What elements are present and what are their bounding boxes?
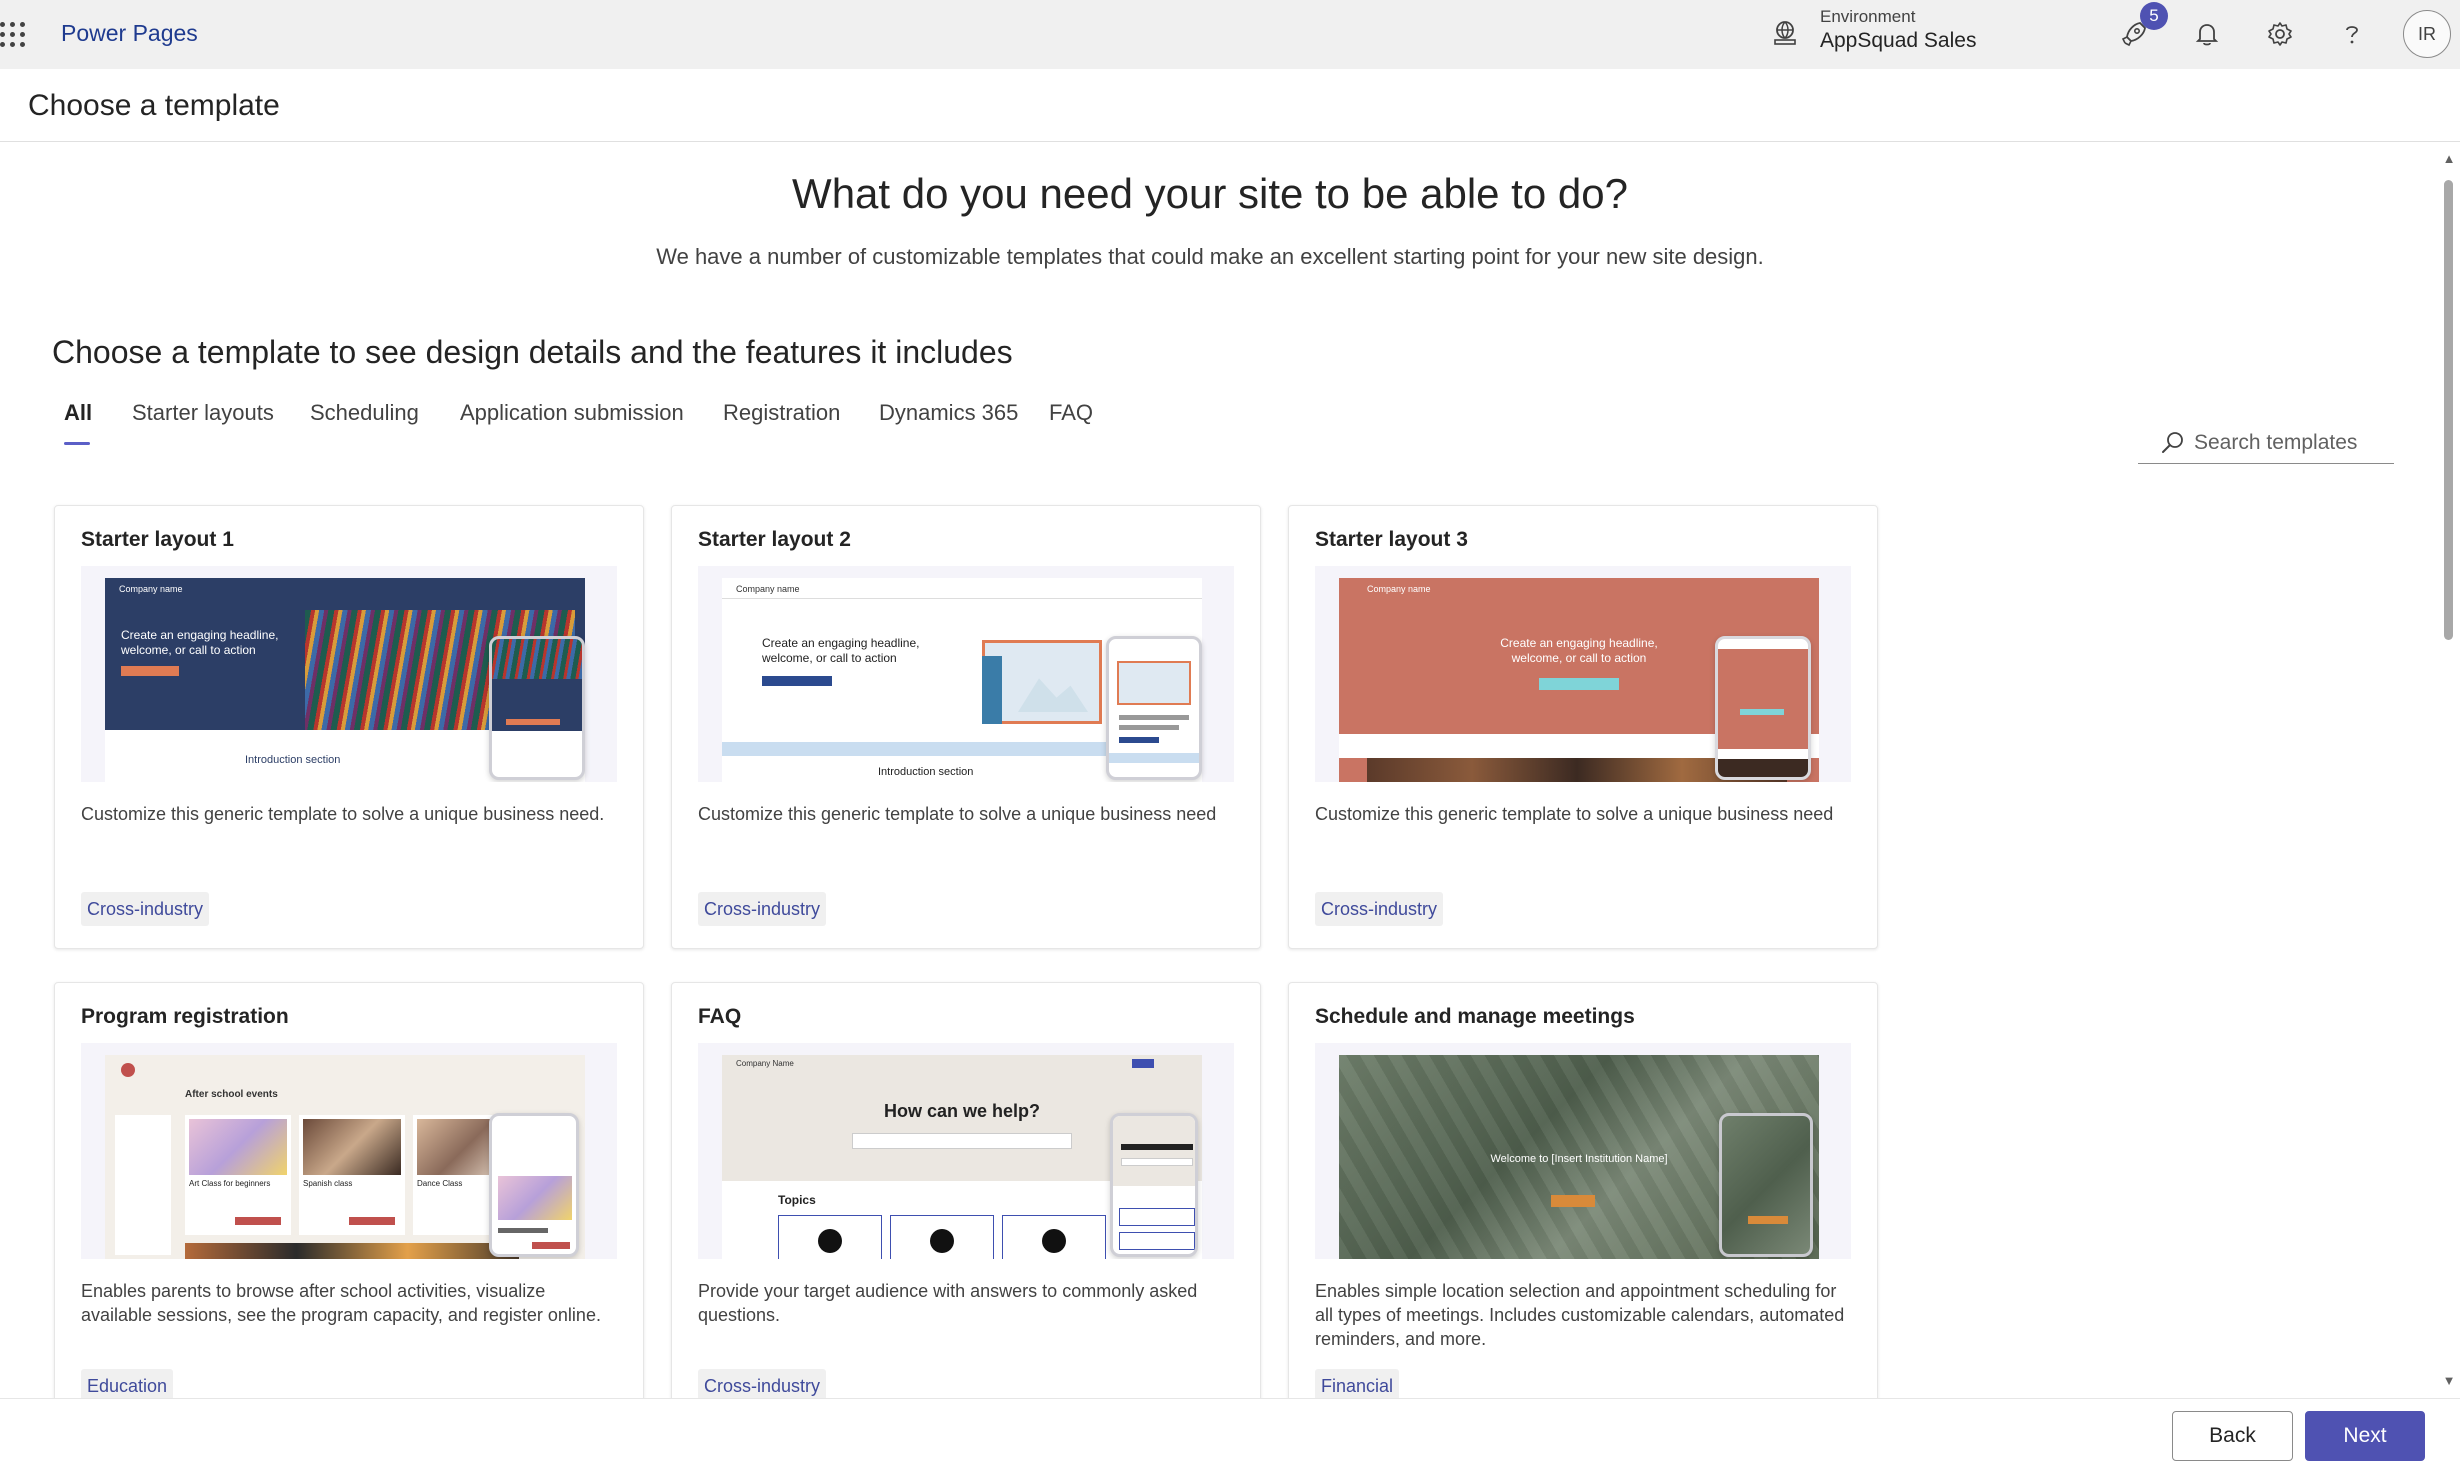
help-icon[interactable] [2336,18,2368,50]
preview-headline: Create an engaging headline, welcome, or… [1500,636,1658,665]
preview-item-2: Spanish class [303,1179,353,1188]
card-preview-image: Welcome to [Insert Institution Name] [1315,1043,1851,1259]
next-button[interactable]: Next [2305,1411,2425,1461]
app-launcher-icon[interactable] [0,22,26,48]
card-preview-image: Company name Create an engaging headline… [698,566,1234,782]
card-description: Customize this generic template to solve… [1315,804,1834,824]
hero-subtitle: We have a number of customizable templat… [656,244,1764,269]
search-icon [2162,431,2183,453]
search-input[interactable] [2194,430,2384,455]
preview-heading: After school events [185,1089,278,1100]
card-description: Customize this generic template to solve… [698,804,1217,824]
card-industry-tag: Cross-industry [698,892,827,926]
header-divider [0,141,2460,142]
card-preview-image: Company name Create an engaging headline… [81,566,617,782]
preview-headline: Create an engaging headline, welcome, or… [762,636,920,665]
preview-section-title: Introduction section [878,766,974,778]
preview-item-1: Art Class for beginners [189,1179,271,1188]
template-card-schedule-meetings[interactable]: Schedule and manage meetings Welcome to … [1288,982,1878,1426]
back-button[interactable]: Back [2172,1411,2293,1461]
preview-company-name: Company Name [736,1059,794,1068]
card-title: FAQ [698,1005,742,1028]
card-industry-tag: Cross-industry [1315,892,1444,926]
tab-registration[interactable]: Registration [723,400,840,426]
section-title: Choose a template to see design details … [52,334,1013,370]
footer-bar: Back Next [0,1398,2460,1471]
environment-icon[interactable] [1770,18,1800,48]
template-card-starter-layout-2[interactable]: Starter layout 2 Company name Create an … [671,505,1261,949]
user-avatar[interactable]: IR [2403,10,2451,58]
gear-icon[interactable] [2264,18,2296,50]
preview-company-name: Company name [119,584,183,594]
preview-company-name: Company name [1367,584,1431,594]
hero-title: What do you need your site to be able to… [792,170,1628,217]
top-bar: Power Pages Environment AppSquad Sales 5… [0,0,2460,69]
card-description: Customize this generic template to solve… [81,804,605,824]
preview-section-title: Topics [778,1193,816,1207]
preview-section-title: Introduction section [245,754,341,766]
card-title: Starter layout 1 [81,528,234,551]
scroll-down-arrow-icon[interactable]: ▼ [2442,1374,2456,1388]
bell-icon[interactable] [2191,18,2223,50]
preview-item-3: Dance Class [417,1179,463,1188]
tab-faq[interactable]: FAQ [1049,400,1093,426]
scrollbar-thumb[interactable] [2444,180,2453,640]
card-title: Starter layout 2 [698,528,851,551]
preview-company-name: Company name [736,584,800,594]
card-industry-tag: Cross-industry [81,892,210,926]
card-description: Enables parents to browse after school a… [81,1281,601,1325]
template-card-program-registration[interactable]: Program registration After school events… [54,982,644,1426]
notification-count-badge: 5 [2140,2,2168,30]
card-title: Schedule and manage meetings [1315,1005,1635,1028]
tab-dynamics-365[interactable]: Dynamics 365 [879,400,1018,426]
template-card-starter-layout-3[interactable]: Starter layout 3 Company name Create an … [1288,505,1878,949]
tab-starter-layouts[interactable]: Starter layouts [132,400,274,426]
tab-all[interactable]: All [64,400,92,426]
card-description: Provide your target audience with answer… [698,1281,1198,1325]
environment-label: Environment [1820,7,1916,26]
tab-application-submission[interactable]: Application submission [460,400,684,426]
active-tab-indicator [64,442,90,445]
environment-selector[interactable]: AppSquad Sales [1820,29,1976,53]
template-card-faq[interactable]: FAQ Company Name How can we help? Topics… [671,982,1261,1426]
app-name[interactable]: Power Pages [61,20,198,47]
search-templates-box[interactable] [2138,422,2394,464]
card-description: Enables simple location selection and ap… [1315,1281,1845,1349]
card-title: Program registration [81,1005,289,1028]
template-card-starter-layout-1[interactable]: Starter layout 1 Company name Create an … [54,505,644,949]
page-title: Choose a template [28,89,280,122]
card-preview-image: Company Name How can we help? Topics [698,1043,1234,1259]
scroll-up-arrow-icon[interactable]: ▲ [2442,152,2456,166]
preview-headline: Create an engaging headline, welcome, or… [121,628,279,657]
card-title: Starter layout 3 [1315,528,1468,551]
tab-scheduling[interactable]: Scheduling [310,400,419,426]
card-preview-image: Company name Create an engaging headline… [1315,566,1851,782]
card-preview-image: After school events Art Class for beginn… [81,1043,617,1259]
